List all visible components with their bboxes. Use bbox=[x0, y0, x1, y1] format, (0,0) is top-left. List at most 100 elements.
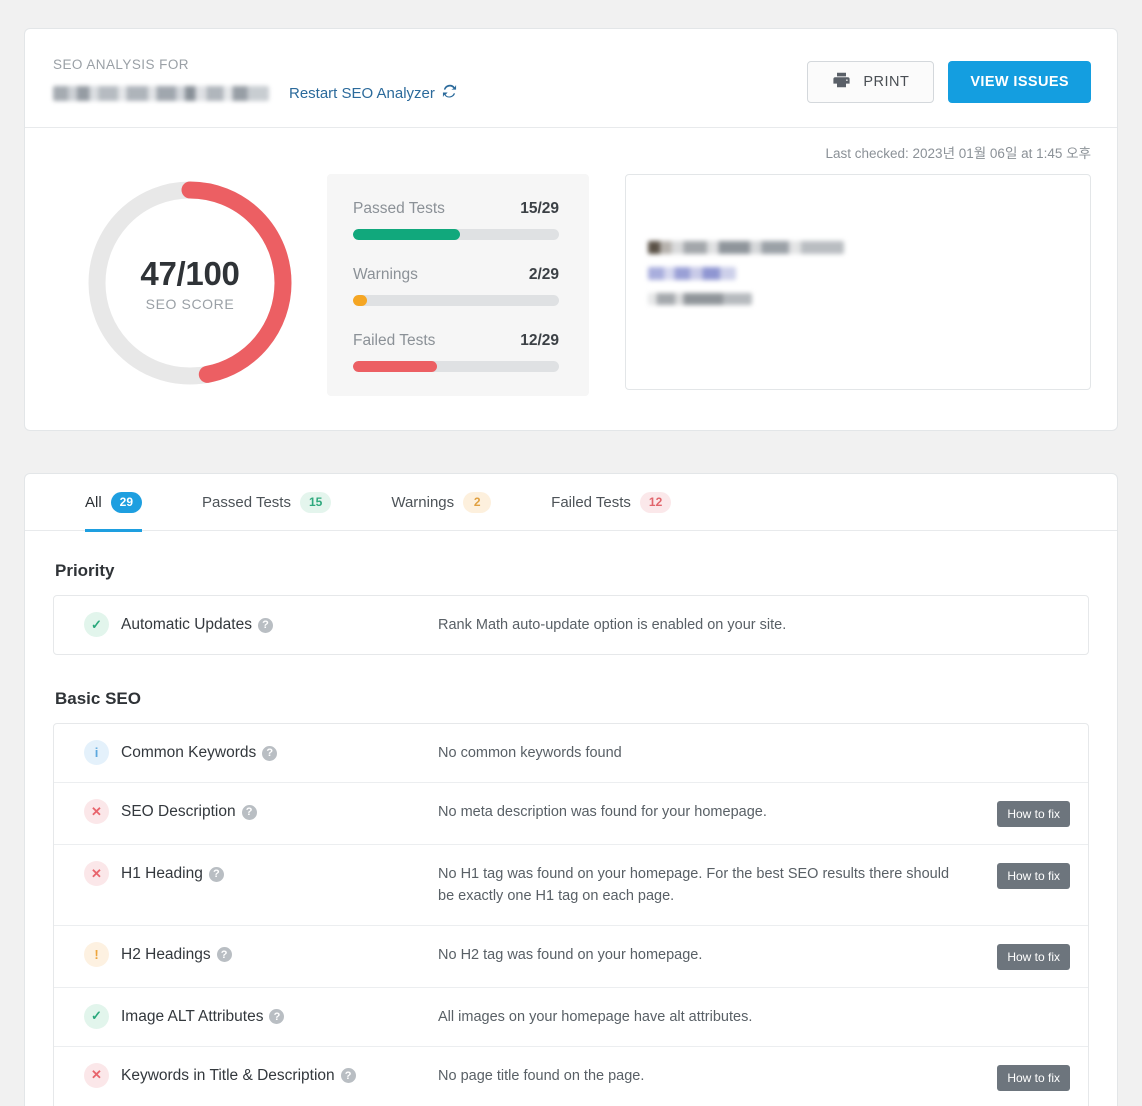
help-icon[interactable]: ? bbox=[262, 746, 277, 761]
row-description: All images on your homepage have alt att… bbox=[372, 1005, 986, 1028]
results-tabs: All 29 Passed Tests 15 Warnings 2 Failed… bbox=[25, 474, 1117, 531]
last-checked-text: Last checked: 2023년 01월 06일 at 1:45 오후 bbox=[53, 142, 1091, 162]
help-icon[interactable]: ? bbox=[269, 1009, 284, 1024]
section-title-basic-seo: Basic SEO bbox=[55, 689, 1089, 709]
help-icon[interactable]: ? bbox=[258, 618, 273, 633]
row-label: Common Keywords bbox=[121, 744, 256, 761]
exclamation-icon: ! bbox=[84, 942, 109, 967]
row-label: H2 Headings bbox=[121, 946, 211, 963]
seo-summary-card: SEO ANALYSIS FOR Restart SEO Analyzer bbox=[24, 28, 1118, 431]
tab-label: Failed Tests bbox=[551, 494, 631, 511]
basic-seo-group: i Common Keywords? No common keywords fo… bbox=[53, 723, 1089, 1106]
progress-track bbox=[353, 295, 559, 306]
tab-failed-tests[interactable]: Failed Tests 12 bbox=[551, 474, 693, 531]
row-description: No H1 tag was found on your homepage. Fo… bbox=[372, 862, 986, 908]
site-preview-box bbox=[625, 174, 1091, 390]
help-icon[interactable]: ? bbox=[242, 805, 257, 820]
score-center: 47/100 SEO SCORE bbox=[85, 178, 295, 388]
site-url-redacted bbox=[53, 86, 269, 101]
row-description: No meta description was found for your h… bbox=[372, 800, 986, 823]
stat-value: 12/29 bbox=[520, 332, 559, 350]
row-action: How to fix bbox=[986, 943, 1070, 970]
help-icon[interactable]: ? bbox=[341, 1068, 356, 1083]
printer-icon bbox=[832, 71, 851, 93]
close-icon: ✕ bbox=[84, 799, 109, 824]
refresh-icon bbox=[442, 84, 457, 103]
print-label: PRINT bbox=[863, 74, 909, 90]
stat-label: Failed Tests bbox=[353, 332, 435, 350]
how-to-fix-button[interactable]: How to fix bbox=[997, 1065, 1070, 1091]
priority-group: ✓ Automatic Updates? Rank Math auto-upda… bbox=[53, 595, 1089, 655]
preview-line-redacted bbox=[648, 293, 752, 305]
how-to-fix-button[interactable]: How to fix bbox=[997, 801, 1070, 827]
table-row: ✕ SEO Description? No meta description w… bbox=[54, 782, 1088, 844]
print-button[interactable]: PRINT bbox=[807, 61, 934, 103]
row-action: How to fix bbox=[986, 862, 1070, 889]
restart-label: Restart SEO Analyzer bbox=[289, 85, 435, 102]
row-action bbox=[986, 741, 1070, 742]
row-label: Image ALT Attributes bbox=[121, 1008, 263, 1025]
tab-label: All bbox=[85, 494, 102, 511]
help-icon[interactable]: ? bbox=[209, 867, 224, 882]
stat-label: Warnings bbox=[353, 266, 418, 284]
tab-warnings[interactable]: Warnings 2 bbox=[391, 474, 513, 531]
summary-body: Last checked: 2023년 01월 06일 at 1:45 오후 4… bbox=[25, 128, 1117, 430]
table-row: i Common Keywords? No common keywords fo… bbox=[54, 724, 1088, 782]
check-icon: ✓ bbox=[84, 1004, 109, 1029]
info-icon: i bbox=[84, 740, 109, 765]
help-icon[interactable]: ? bbox=[217, 947, 232, 962]
tab-count-badge: 29 bbox=[111, 492, 142, 513]
row-action bbox=[986, 1005, 1070, 1006]
results-body: Priority ✓ Automatic Updates? Rank Math … bbox=[25, 531, 1117, 1106]
seo-analyzer-page: SEO ANALYSIS FOR Restart SEO Analyzer bbox=[0, 0, 1142, 1106]
table-row: ✕ H1 Heading? No H1 tag was found on you… bbox=[54, 844, 1088, 925]
preview-line-redacted bbox=[648, 267, 736, 280]
stat-passed-tests: Passed Tests 15/29 bbox=[353, 200, 559, 240]
seo-score-ring: 47/100 SEO SCORE bbox=[85, 178, 295, 388]
summary-row: 47/100 SEO SCORE Passed Tests 15/29 bbox=[53, 174, 1091, 396]
progress-fill bbox=[353, 229, 460, 240]
tab-count-badge: 2 bbox=[463, 492, 491, 513]
analysis-label: SEO ANALYSIS FOR bbox=[53, 57, 457, 72]
header-actions: PRINT VIEW ISSUES bbox=[807, 57, 1091, 103]
score-caption: SEO SCORE bbox=[146, 296, 235, 312]
progress-track bbox=[353, 361, 559, 372]
tab-count-badge: 12 bbox=[640, 492, 671, 513]
score-wrap: 47/100 SEO SCORE bbox=[53, 174, 327, 388]
close-icon: ✕ bbox=[84, 861, 109, 886]
row-description: Rank Math auto-update option is enabled … bbox=[372, 613, 986, 636]
row-title: ✕ SEO Description? bbox=[84, 800, 372, 824]
close-icon: ✕ bbox=[84, 1063, 109, 1088]
row-label: SEO Description bbox=[121, 803, 236, 820]
row-title: ✕ H1 Heading? bbox=[84, 862, 372, 886]
test-stats-box: Passed Tests 15/29 Warnings 2/29 bbox=[327, 174, 589, 396]
row-description: No page title found on the page. bbox=[372, 1064, 986, 1087]
how-to-fix-button[interactable]: How to fix bbox=[997, 863, 1070, 889]
progress-fill bbox=[353, 361, 437, 372]
stat-value: 2/29 bbox=[529, 266, 559, 284]
tab-passed-tests[interactable]: Passed Tests 15 bbox=[202, 474, 353, 531]
progress-fill bbox=[353, 295, 367, 306]
row-action bbox=[986, 613, 1070, 614]
tab-label: Passed Tests bbox=[202, 494, 291, 511]
stat-failed-tests: Failed Tests 12/29 bbox=[353, 332, 559, 372]
url-row: Restart SEO Analyzer bbox=[53, 84, 457, 103]
summary-header: SEO ANALYSIS FOR Restart SEO Analyzer bbox=[25, 29, 1117, 128]
row-title: ! H2 Headings? bbox=[84, 943, 372, 967]
test-results-card: All 29 Passed Tests 15 Warnings 2 Failed… bbox=[24, 473, 1118, 1106]
row-label: H1 Heading bbox=[121, 865, 203, 882]
row-title: i Common Keywords? bbox=[84, 741, 372, 765]
score-value: 47/100 bbox=[140, 255, 239, 293]
row-label: Keywords in Title & Description bbox=[121, 1067, 335, 1084]
site-info: SEO ANALYSIS FOR Restart SEO Analyzer bbox=[53, 57, 457, 103]
restart-seo-analyzer-link[interactable]: Restart SEO Analyzer bbox=[289, 84, 457, 103]
table-row: ✓ Automatic Updates? Rank Math auto-upda… bbox=[54, 596, 1088, 654]
row-title: ✕ Keywords in Title & Description? bbox=[84, 1064, 372, 1088]
tab-count-badge: 15 bbox=[300, 492, 331, 513]
table-row: ✕ Keywords in Title & Description? No pa… bbox=[54, 1046, 1088, 1106]
how-to-fix-button[interactable]: How to fix bbox=[997, 944, 1070, 970]
row-description: No common keywords found bbox=[372, 741, 986, 764]
view-issues-button[interactable]: VIEW ISSUES bbox=[948, 61, 1091, 103]
progress-track bbox=[353, 229, 559, 240]
tab-all[interactable]: All 29 bbox=[85, 474, 164, 531]
